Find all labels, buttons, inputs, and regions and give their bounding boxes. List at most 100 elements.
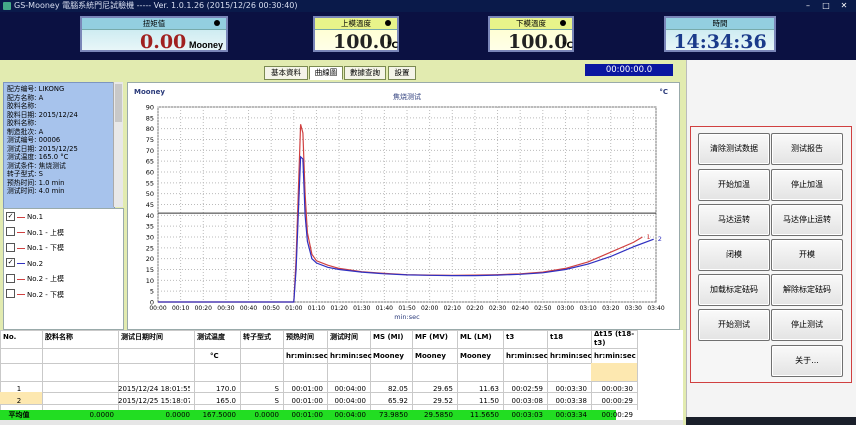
table-cell[interactable]: 2015/12/24 18:01:55 [118,385,190,394]
table-cell[interactable]: 2015/12/25 15:18:07 [118,397,190,406]
column-header[interactable]: 测试时间 [330,333,358,342]
table-cell[interactable]: 65.92 [370,397,408,406]
table-cell[interactable]: 00:01:00 [283,397,323,406]
table-divider [0,330,637,331]
column-header[interactable]: 预热时间 [286,333,314,342]
legend-item[interactable]: No.2 - 下模 [6,289,64,301]
info-line: 胶料日期: 2015/12/24 [7,110,78,119]
table-cell[interactable]: 00:04:00 [327,385,366,394]
column-header[interactable]: t3 [506,333,514,342]
table-cell[interactable]: 170.0 [194,385,236,394]
y-tick-label: 60 [146,169,154,177]
control-button-3[interactable]: 停止加温 [771,169,843,201]
column-unit: Mooney [373,352,404,360]
table-cell[interactable]: 00:01:00 [283,385,323,394]
table-cell[interactable]: 165.0 [194,397,236,406]
table-cell[interactable]: 00:03:38 [547,397,587,406]
app-icon [3,2,11,10]
tab-settings[interactable]: 設置 [388,66,416,80]
info-line: 测试日期: 2015/12/25 [7,144,78,153]
column-header[interactable]: 测试日期时间 [121,333,163,342]
column-header[interactable]: t18 [550,333,563,342]
close-icon[interactable]: ✕ [836,1,852,11]
checkbox[interactable] [6,227,15,236]
table-cell[interactable]: 00:00:29 [591,397,633,406]
legend-item[interactable]: ✓ No.2 [6,258,43,270]
control-button-8[interactable]: 加载标定砝码 [698,274,770,306]
control-button-0[interactable]: 清除测试数据 [698,133,770,165]
checkbox[interactable] [6,273,15,283]
column-header[interactable]: ML (LM) [460,333,492,342]
control-button-10[interactable]: 开始测试 [698,309,770,341]
tab-query[interactable]: 數據查詢 [344,66,386,80]
column-unit: hr:min:sec [286,352,328,360]
table-cell[interactable]: 00:00:30 [591,385,633,394]
table-cell[interactable]: 00:04:00 [327,397,366,406]
y-tick-label: 35 [146,223,154,231]
tab-basic[interactable]: 基本資料 [264,66,308,80]
average-cell: 11.5650 [470,411,499,419]
info-scrollbar[interactable] [113,82,123,207]
table-scrollbar[interactable] [0,420,683,425]
clock-gauge: 時間 14:34:36 [664,16,776,53]
y-tick-label: 65 [146,158,154,166]
column-highlight [591,363,637,381]
control-button-1[interactable]: 测试报告 [771,133,843,165]
minimize-icon[interactable]: – [800,1,816,11]
legend-item[interactable]: No.1 - 上模 [6,227,65,239]
taskbar [686,417,856,425]
tab-curve[interactable]: 曲線圖 [309,66,343,80]
control-button-9[interactable]: 解除标定砝码 [771,274,843,306]
info-line: 预热时间: 1.0 min [7,178,65,187]
legend-label: No.1 - 上模 [27,228,65,237]
legend-item[interactable]: ✓ No.1 [6,211,43,223]
control-button-12[interactable]: 关于... [771,345,843,377]
column-header[interactable]: No. [3,333,16,342]
table-cell[interactable]: 00:02:59 [503,385,543,394]
legend-item[interactable]: No.2 - 上模 [6,273,64,285]
y-tick-label: 45 [146,201,154,209]
table-cell[interactable]: S [240,397,279,406]
control-button-5[interactable]: 马达停止运转 [771,204,843,236]
checkbox[interactable] [6,242,15,252]
column-header[interactable]: 转子型式 [243,333,271,342]
info-line: 测试温度: 165.0 °C [7,153,69,161]
table-cell[interactable]: 29.65 [412,385,453,394]
column-header[interactable]: MS (MI) [373,333,403,342]
table-cell[interactable]: 2 [0,397,38,406]
table-cell[interactable]: 11.50 [457,397,499,406]
checkbox[interactable]: ✓ [6,258,15,267]
column-unit: Mooney [460,352,491,360]
gauge-value: 14:34:36 [673,31,767,53]
checkbox[interactable] [6,289,15,298]
control-button-2[interactable]: 开始加温 [698,169,770,201]
indicator-icon [214,20,220,26]
maximize-icon[interactable]: □ [818,1,834,11]
y-tick-label: 80 [146,125,154,133]
y-tick-label: 55 [146,179,154,187]
gauge-unit: °C [387,41,399,51]
column-unit: hr:min:sec [594,352,636,360]
legend-item[interactable]: No.1 - 下模 [6,242,65,254]
series-end-label: 2 [658,235,662,243]
table-cell[interactable]: 00:03:30 [547,385,587,394]
control-button-11[interactable]: 停止测试 [771,309,843,341]
table-cell[interactable]: 29.52 [412,397,453,406]
checkbox[interactable]: ✓ [6,211,15,221]
column-header[interactable]: MF (MV) [415,333,448,342]
legend-label: No.1 - 下模 [27,244,65,252]
control-button-4[interactable]: 马达运转 [698,204,770,236]
table-cell[interactable]: 00:03:08 [503,397,543,406]
column-header[interactable]: 测试温度 [197,333,225,342]
table-cell[interactable]: 11.63 [457,385,499,394]
control-button-6[interactable]: 闭模 [698,239,770,271]
table-cell[interactable]: 82.05 [370,385,408,394]
indicator-icon [385,20,391,26]
table-divider [637,330,638,410]
column-header[interactable]: Δt15 (t18-t3) [594,330,636,348]
x-tick-label: 02:40 [512,305,529,312]
control-button-7[interactable]: 开模 [771,239,843,271]
table-cell[interactable]: S [240,385,279,394]
column-header[interactable]: 胶料名称 [45,333,73,342]
scroll-thumb[interactable] [115,84,122,122]
